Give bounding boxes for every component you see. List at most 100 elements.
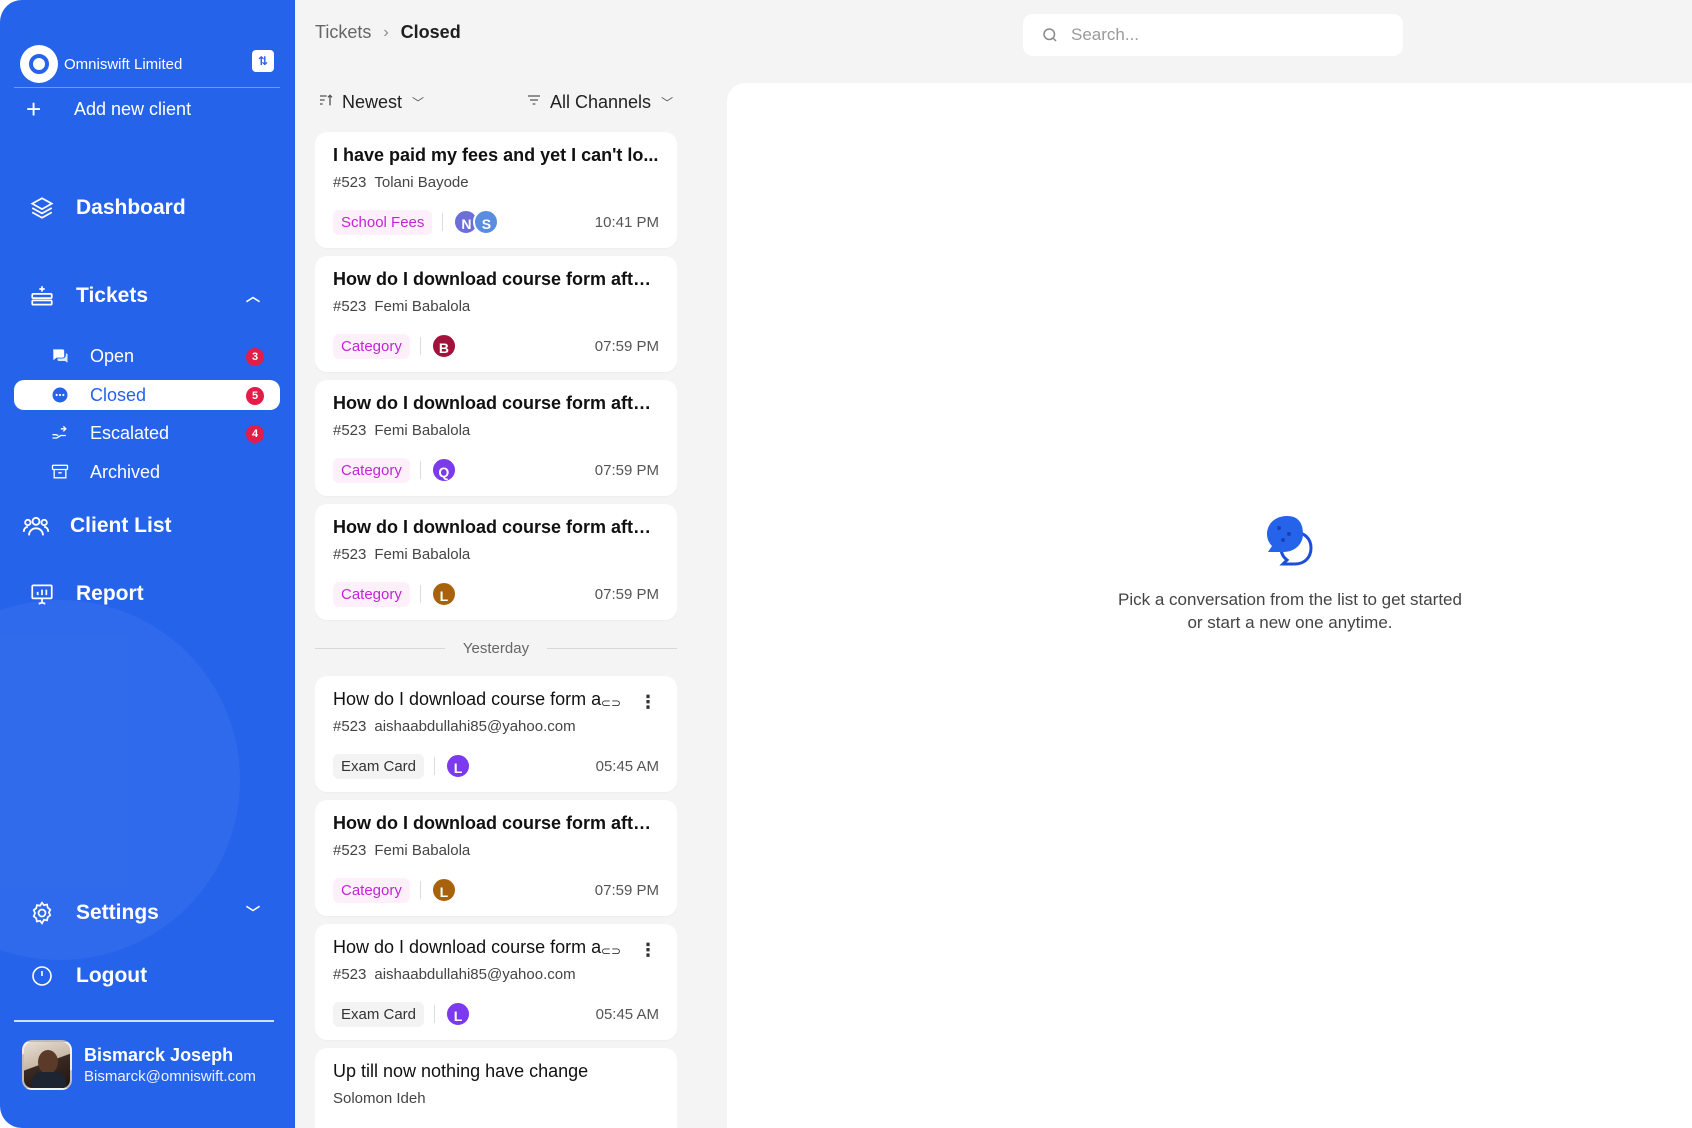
client-switcher[interactable]: Omniswift Limited ⇅ — [20, 40, 280, 88]
nav-tickets-label: Tickets — [76, 284, 148, 307]
nav-dashboard[interactable]: Dashboard — [28, 194, 186, 222]
separator — [419, 461, 421, 479]
ticket-time: 07:59 PM — [594, 461, 659, 479]
nav-settings-label: Settings — [76, 901, 159, 924]
client-name: Omniswift Limited — [64, 55, 183, 73]
ticket-time: 05:45 AM — [595, 757, 659, 775]
sort-dropdown[interactable]: Newest ﹀ — [318, 92, 424, 113]
ticket-title: How do I download course form after... — [333, 269, 659, 289]
sidebar-item-label: Open — [90, 345, 135, 366]
ticket-tools: ⊂⊃ ⋮ — [601, 940, 657, 961]
ticket-title: How do I download course form after... — [333, 517, 659, 537]
conversation-bubbles-icon — [1255, 510, 1325, 570]
ticket-time: 07:59 PM — [594, 881, 659, 899]
sidebar-item-archived[interactable]: Archived — [14, 457, 280, 487]
ticket-requester: Solomon Ideh — [333, 1090, 426, 1107]
ticket-card[interactable]: How do I download course form a ⊂⊃ ⋮ #523 ai… — [315, 676, 677, 792]
category-tag[interactable]: Category — [333, 877, 410, 903]
ticket-footer: Exam Card L 05:45 AM — [333, 752, 659, 780]
link-icon[interactable]: ⊂⊃ — [601, 944, 621, 958]
nav-tickets[interactable]: Tickets ︿ — [28, 282, 260, 310]
sort-icon — [318, 92, 334, 113]
user-email: Bismarck@omniswift.com — [84, 1068, 256, 1085]
sidebar-item-escalated[interactable]: Escalated 4 — [14, 418, 280, 448]
ticket-tools: ⊂⊃ ⋮ — [601, 692, 657, 713]
ticket-number: #523 — [333, 718, 367, 735]
ticket-card[interactable]: How do I download course form after... #5… — [315, 380, 677, 496]
sidebar-item-closed[interactable]: Closed 5 — [14, 380, 280, 410]
nav-report[interactable]: Report — [28, 580, 144, 608]
filter-icon — [526, 92, 542, 113]
link-icon[interactable]: ⊂⊃ — [601, 696, 621, 710]
ticket-number: #523 — [333, 546, 367, 563]
assignee-avatar: L — [445, 1001, 472, 1027]
ticket-title: I have paid my fees and yet I can't lo..… — [333, 145, 659, 165]
ticket-card[interactable]: Up till now nothing have change Solomon … — [315, 1048, 677, 1128]
more-options-icon[interactable]: ⋮ — [639, 692, 657, 713]
sidebar: Omniswift Limited ⇅ + Add new client Das… — [0, 0, 295, 1128]
ticket-meta: #523 Tolani Bayode — [333, 174, 659, 191]
ticket-meta: #523 Femi Babalola — [333, 422, 659, 439]
ticket-card[interactable]: How do I download course form after... #5… — [315, 256, 677, 372]
sort-label: Newest — [342, 92, 403, 112]
sidebar-item-open[interactable]: Open 3 — [14, 341, 280, 371]
ticket-meta: #523 Femi Babalola — [333, 842, 659, 859]
ticket-list: I have paid my fees and yet I can't lo..… — [315, 132, 677, 1128]
ticket-requester: aishaabdullahi85@yahoo.com — [374, 966, 576, 983]
client-logo-icon — [20, 45, 58, 83]
add-client-label: Add new client — [74, 98, 192, 119]
ticket-requester: Femi Babalola — [374, 546, 471, 563]
user-info: Bismarck Joseph Bismarck@omniswift.com — [84, 1045, 256, 1085]
search-box[interactable] — [1023, 14, 1403, 56]
category-tag[interactable]: Exam Card — [333, 1001, 425, 1027]
users-group-icon — [22, 512, 50, 540]
ticket-footer: Exam Card L 05:45 AM — [333, 1000, 659, 1028]
ticket-card[interactable]: I have paid my fees and yet I can't lo..… — [315, 132, 677, 248]
logout-label: Logout — [76, 964, 148, 987]
nav-client-list[interactable]: Client List — [22, 512, 172, 540]
add-client-button[interactable]: + Add new client — [26, 94, 192, 124]
count-badge: 4 — [246, 425, 264, 443]
category-tag[interactable]: Category — [333, 457, 410, 483]
more-options-icon[interactable]: ⋮ — [639, 940, 657, 961]
ticket-title: How do I download course form a — [333, 937, 602, 957]
ticket-footer: Category Q 07:59 PM — [333, 456, 659, 484]
ticket-number: #523 — [333, 842, 367, 859]
ticket-requester: Femi Babalola — [374, 422, 471, 439]
category-tag[interactable]: Exam Card — [333, 753, 425, 779]
search-input[interactable] — [1071, 25, 1391, 45]
switch-client-icon[interactable]: ⇅ — [252, 50, 274, 72]
day-divider-label: Yesterday — [462, 639, 530, 657]
count-badge: 5 — [246, 387, 264, 405]
separator — [419, 881, 421, 899]
search-icon — [1043, 28, 1057, 42]
ticket-requester: Tolani Bayode — [374, 174, 469, 191]
ticket-card[interactable]: How do I download course form a ⊂⊃ ⋮ #523 ai… — [315, 924, 677, 1040]
assignee-avatar: L — [445, 753, 472, 779]
breadcrumb: Tickets › Closed — [315, 22, 461, 43]
category-tag[interactable]: Category — [333, 333, 410, 359]
breadcrumb-tickets[interactable]: Tickets — [315, 22, 371, 43]
ticket-footer: Category B 07:59 PM — [333, 332, 659, 360]
nav-settings[interactable]: Settings ﹀ — [28, 899, 260, 927]
ticket-card[interactable]: How do I download course form after... #5… — [315, 800, 677, 916]
chat-bubbles-icon — [50, 346, 70, 366]
category-tag[interactable]: Category — [333, 581, 410, 607]
user-profile[interactable]: Bismarck Joseph Bismarck@omniswift.com — [22, 1040, 256, 1090]
chevron-right-icon: › — [383, 23, 389, 41]
chevron-up-icon[interactable]: ︿ — [246, 286, 260, 306]
chevron-down-icon[interactable]: ﹀ — [246, 903, 260, 923]
category-tag[interactable]: School Fees — [333, 209, 433, 235]
avatar — [22, 1040, 72, 1090]
empty-state-message: Pick a conversation from the list to get… — [1118, 590, 1462, 632]
sidebar-item-label: Archived — [90, 461, 161, 482]
plus-icon: + — [26, 94, 42, 124]
ticket-number: #523 — [333, 174, 367, 191]
channel-dropdown[interactable]: All Channels ﹀ — [526, 92, 673, 113]
ticket-card[interactable]: How do I download course form after... #5… — [315, 504, 677, 620]
separator — [419, 585, 421, 603]
ticket-time: 05:45 AM — [595, 1005, 659, 1023]
logout-button[interactable]: Logout — [28, 962, 147, 990]
ticket-title: How do I download course form after... — [333, 813, 659, 833]
day-divider: Yesterday — [315, 620, 677, 676]
